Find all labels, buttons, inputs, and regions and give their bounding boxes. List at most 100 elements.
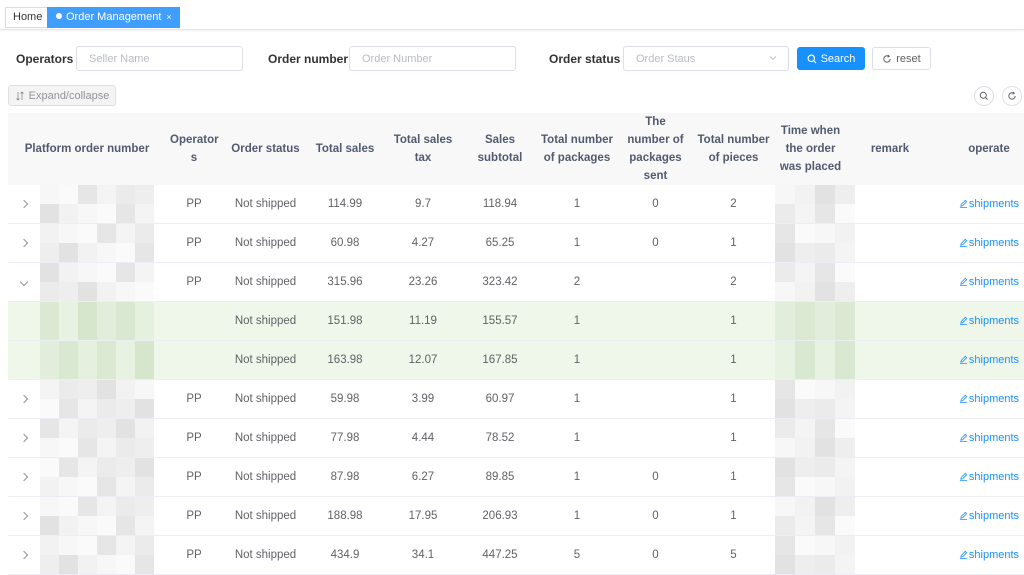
chevron-right-icon[interactable] [19,472,29,482]
tab-bar: Home Order Management × [0,0,1024,30]
sales-subtotal-cell: 323.42 [465,262,535,302]
table-row[interactable]: PP Not shipped 60.98 4.27 65.25 1 0 1 shipments [8,223,1024,263]
search-button-label: Search [820,52,856,65]
shipments-label: shipments [968,315,1020,327]
refresh-table-button[interactable] [1002,86,1022,106]
table-row[interactable]: PP Not shipped 315.96 23.26 323.42 2 2 shipment… [8,262,1024,302]
shipments-link[interactable]: shipments [959,198,1019,210]
header-sales-subtotal[interactable]: Sales subtotal [465,113,535,185]
chevron-right-icon[interactable] [19,511,29,521]
table-child-row[interactable]: Not shipped 151.98 11.19 155.57 1 1 shipments [8,301,1024,341]
platform-order-number-cell [8,379,166,419]
sales-subtotal-cell: 155.57 [465,301,535,341]
order-status-cell: Not shipped [222,340,309,380]
total-sales-cell: 434.9 [309,535,381,575]
pieces-cell: 1 [692,301,775,341]
order-status-select[interactable]: Order Staus [623,46,789,71]
order-number-input[interactable] [349,46,516,71]
header-total-sales-tax[interactable]: Total sales tax [381,113,465,185]
packages-cell: 1 [535,340,619,380]
header-remark[interactable]: remark [846,113,934,185]
total-sales-cell: 59.98 [309,379,381,419]
pieces-cell: 1 [692,340,775,380]
remark-cell [846,185,934,224]
table-child-row[interactable]: Not shipped 163.98 12.07 167.85 1 1 shipments [8,340,1024,380]
remark-cell [846,340,934,380]
order-status-cell: Not shipped [222,379,309,419]
header-packages-sent[interactable]: The number of packages sent [619,113,692,185]
order-status-cell: Not shipped [222,535,309,575]
chevron-right-icon[interactable] [19,199,29,209]
platform-order-number-cell [8,301,166,341]
header-order-status[interactable]: Order status [222,113,309,185]
operator-cell: PP [166,457,222,497]
header-total-pieces[interactable]: Total number of pieces [692,113,775,185]
tab-active-label: Order Management [66,11,162,23]
chevron-right-icon[interactable] [19,433,29,443]
order-status-cell: Not shipped [222,301,309,341]
operate-cell: shipments [934,262,1024,302]
toggle-search-button[interactable] [974,86,994,106]
header-total-packages[interactable]: Total number of packages [535,113,619,185]
chevron-right-icon[interactable] [19,394,29,404]
table-row[interactable]: PP Not shipped 59.98 3.99 60.97 1 1 shipments [8,379,1024,419]
table-row[interactable]: PP Not shipped 77.98 4.44 78.52 1 1 shipments [8,418,1024,458]
edit-icon [959,394,968,403]
platform-order-number-cell [8,185,166,224]
total-sales-tax-cell: 4.44 [381,418,465,458]
reset-button[interactable]: reset [872,47,931,70]
edit-icon [959,472,968,481]
total-sales-cell: 60.98 [309,223,381,263]
order-status-cell: Not shipped [222,457,309,497]
edit-icon [959,238,968,247]
search-button[interactable]: Search [797,47,865,70]
shipments-link[interactable]: shipments [959,315,1019,327]
header-total-sales[interactable]: Total sales [309,113,381,185]
operator-cell: PP [166,379,222,419]
redacted-order-number [40,536,154,574]
tab-order-management[interactable]: Order Management × [47,7,180,28]
shipments-link[interactable]: shipments [959,549,1019,561]
time-placed-cell [775,418,855,458]
table-row[interactable]: PP Not shipped 114.99 9.7 118.94 1 0 2 shipments [8,185,1024,224]
packages-cell: 1 [535,185,619,224]
header-time-placed[interactable]: Time when the order was placed [775,113,846,185]
pieces-cell: 1 [692,418,775,458]
table-row[interactable]: PP Not shipped 188.98 17.95 206.93 1 0 1 shipmen… [8,496,1024,536]
redacted-order-number [40,302,154,340]
header-platform-order-number[interactable]: Platform order number [8,113,166,185]
close-icon[interactable]: × [166,12,171,22]
operator-cell: PP [166,223,222,263]
order-status-cell: Not shipped [222,496,309,536]
packages-sent-cell [619,340,692,380]
pieces-cell: 1 [692,457,775,497]
header-operators[interactable]: Operator s [166,113,222,185]
order-status-cell: Not shipped [222,185,309,224]
shipments-link[interactable]: shipments [959,432,1019,444]
table-row[interactable]: PP Not shipped 87.98 6.27 89.85 1 0 1 shipments [8,457,1024,497]
shipments-link[interactable]: shipments [959,393,1019,405]
order-number-label: Order number [268,52,349,66]
operate-cell: shipments [934,223,1024,263]
chevron-right-icon[interactable] [19,238,29,248]
platform-order-number-cell [8,418,166,458]
shipments-link[interactable]: shipments [959,237,1019,249]
shipments-label: shipments [968,198,1020,210]
seller-name-input[interactable] [76,46,243,71]
table-row[interactable]: PP Not shipped 434.9 34.1 447.25 5 0 5 shipments [8,535,1024,575]
pieces-cell: 2 [692,185,775,224]
edit-icon [959,511,968,520]
packages-sent-cell [619,379,692,419]
chevron-right-icon[interactable] [19,550,29,560]
operator-cell: PP [166,496,222,536]
redacted-time [775,263,855,301]
chevron-down-icon[interactable] [19,277,29,287]
shipments-link[interactable]: shipments [959,471,1019,483]
shipments-link[interactable]: shipments [959,354,1019,366]
shipments-link[interactable]: shipments [959,510,1019,522]
tab-home[interactable]: Home [5,7,51,28]
operator-cell: PP [166,262,222,302]
shipments-link[interactable]: shipments [959,276,1019,288]
expand-collapse-button[interactable]: Expand/collapse [8,85,116,106]
sales-subtotal-cell: 447.25 [465,535,535,575]
